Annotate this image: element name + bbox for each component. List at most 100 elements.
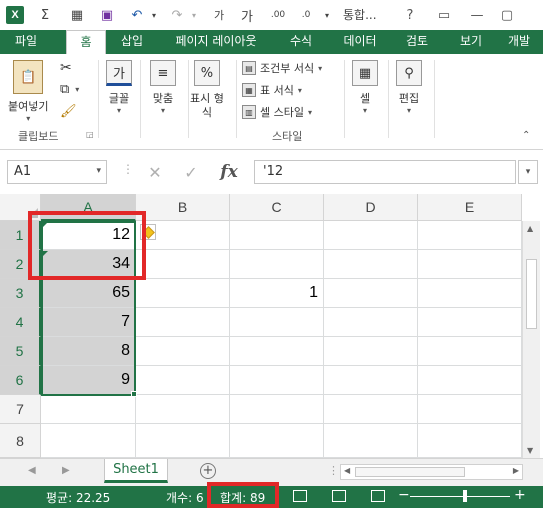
cell-e6[interactable] [418, 366, 522, 395]
cell-a4[interactable]: 7 [41, 308, 136, 337]
minimize-icon[interactable]: — [465, 4, 489, 26]
increase-decimal-icon[interactable]: .00 [266, 4, 290, 26]
tab-formulas[interactable]: 수식 [282, 30, 320, 54]
row-header-5[interactable]: 5 [0, 337, 41, 366]
tab-split-icon[interactable]: ⋮ [328, 464, 339, 477]
horizontal-scrollbar[interactable]: ◀ ▶ [340, 464, 523, 480]
format-as-table-button[interactable]: ▦ 표 서식 ▾ [242, 82, 302, 98]
cell-a3[interactable]: 65 [41, 279, 136, 308]
collapse-ribbon-icon[interactable]: ⌃ [522, 130, 530, 141]
cells-button[interactable]: ▦ 셀 ▾ [352, 60, 378, 115]
column-header-e[interactable]: E [418, 194, 522, 221]
cell-d8[interactable] [324, 424, 418, 458]
column-header-b[interactable]: B [136, 194, 230, 221]
font-button[interactable]: 가 글꼴 ▾ [106, 60, 132, 115]
sheet-tab-sheet1[interactable]: Sheet1 [104, 459, 168, 483]
undo-dropdown-icon[interactable]: ▾ [148, 4, 160, 26]
brush-icon[interactable]: 🖌 [60, 104, 77, 119]
row-header-4[interactable]: 4 [0, 308, 41, 337]
normal-view-icon[interactable] [293, 490, 307, 502]
editing-button[interactable]: ⚲ 편집 ▾ [396, 60, 422, 115]
cell-d7[interactable] [324, 395, 418, 424]
cell-c1[interactable] [230, 221, 324, 250]
cell-e8[interactable] [418, 424, 522, 458]
cell-b6[interactable] [136, 366, 230, 395]
prev-sheet-icon[interactable]: ◀ [28, 465, 36, 476]
redo-dropdown-icon[interactable]: ▾ [188, 4, 200, 26]
maximize-icon[interactable]: ▢ [495, 4, 519, 26]
tab-review[interactable]: 검토 [398, 30, 436, 54]
formula-input[interactable]: '12 [254, 160, 516, 184]
zoom-slider-thumb[interactable] [463, 490, 467, 502]
redo-icon[interactable]: ↷ [166, 4, 188, 26]
tab-data[interactable]: 데이터 [338, 30, 382, 54]
cell-a8[interactable] [41, 424, 136, 458]
cell-b3[interactable] [136, 279, 230, 308]
scroll-right-icon[interactable]: ▶ [513, 466, 519, 475]
cell-a7[interactable] [41, 395, 136, 424]
autosum-icon[interactable]: Σ [34, 4, 56, 26]
expand-formula-icon[interactable]: ▾ [518, 160, 538, 184]
cell-b7[interactable] [136, 395, 230, 424]
qat-customize-icon[interactable]: ▾ [320, 4, 334, 26]
cell-c4[interactable] [230, 308, 324, 337]
conditional-format-button[interactable]: ▤ 조건부 서식 ▾ [242, 60, 322, 76]
tab-file[interactable]: 파일 [6, 30, 46, 54]
scroll-up-icon[interactable]: ▲ [527, 224, 533, 233]
page-layout-view-icon[interactable] [332, 490, 346, 502]
help-icon[interactable]: ? [398, 4, 422, 26]
tab-view[interactable]: 보기 [452, 30, 490, 54]
cell-b5[interactable] [136, 337, 230, 366]
cell-b2[interactable] [136, 250, 230, 279]
add-sheet-icon[interactable]: + [200, 463, 216, 479]
zoom-slider[interactable] [410, 496, 510, 497]
row-header-7[interactable]: 7 [0, 395, 41, 424]
row-header-3[interactable]: 3 [0, 279, 41, 308]
fill-handle[interactable] [131, 391, 137, 397]
cell-d3[interactable] [324, 279, 418, 308]
horizontal-scroll-thumb[interactable] [355, 467, 465, 477]
cell-c5[interactable] [230, 337, 324, 366]
name-box-dropdown-icon[interactable]: ▾ [96, 166, 101, 176]
undo-icon[interactable]: ↶ [126, 4, 148, 26]
column-header-d[interactable]: D [324, 194, 418, 221]
vertical-scroll-thumb[interactable] [526, 259, 537, 329]
cell-d1[interactable] [324, 221, 418, 250]
tab-home[interactable]: 홈 [66, 30, 106, 54]
insert-function-icon[interactable]: fx [220, 162, 237, 182]
number-format-button[interactable]: % 표시 형 식 [190, 60, 224, 120]
table-icon[interactable]: ▦ [66, 4, 88, 26]
decrease-decimal-icon[interactable]: .0 [294, 4, 318, 26]
cell-b4[interactable] [136, 308, 230, 337]
enter-icon[interactable]: ✓ [184, 163, 197, 182]
cell-styles-button[interactable]: ▥ 셀 스타일 ▾ [242, 104, 312, 120]
cell-c3[interactable]: 1 [230, 279, 324, 308]
alignment-button[interactable]: ≡ 맞춤 ▾ [150, 60, 176, 115]
page-break-view-icon[interactable] [371, 490, 385, 502]
tab-insert[interactable]: 삽입 [112, 30, 152, 54]
clipboard-launcher-icon[interactable]: ◲ [86, 130, 94, 139]
scroll-left-icon[interactable]: ◀ [344, 466, 350, 475]
ribbon-display-icon[interactable]: ▭ [432, 4, 456, 26]
vertical-scrollbar[interactable]: ▲ ▼ [522, 221, 540, 458]
name-box[interactable]: A1 ▾ [7, 160, 107, 184]
cell-d4[interactable] [324, 308, 418, 337]
cell-e1[interactable] [418, 221, 522, 250]
cell-d6[interactable] [324, 366, 418, 395]
cell-d2[interactable] [324, 250, 418, 279]
paste-button[interactable]: 📋 붙여넣기 ▾ [8, 60, 48, 123]
row-header-6[interactable]: 6 [0, 366, 41, 395]
tab-page-layout[interactable]: 페이지 레이아웃 [168, 30, 264, 54]
cell-a2[interactable]: 34 [41, 250, 136, 279]
cell-c8[interactable] [230, 424, 324, 458]
increase-font-icon[interactable]: 가 [208, 4, 230, 26]
zoom-in-icon[interactable]: + [514, 487, 526, 503]
cell-a1[interactable]: 12 [41, 221, 136, 250]
scroll-down-icon[interactable]: ▼ [527, 446, 533, 455]
cell-c6[interactable] [230, 366, 324, 395]
error-warning-icon[interactable] [140, 224, 156, 240]
cell-c2[interactable] [230, 250, 324, 279]
save-icon[interactable]: ▣ [96, 4, 118, 26]
cell-d5[interactable] [324, 337, 418, 366]
cell-a6[interactable]: 9 [41, 366, 136, 395]
